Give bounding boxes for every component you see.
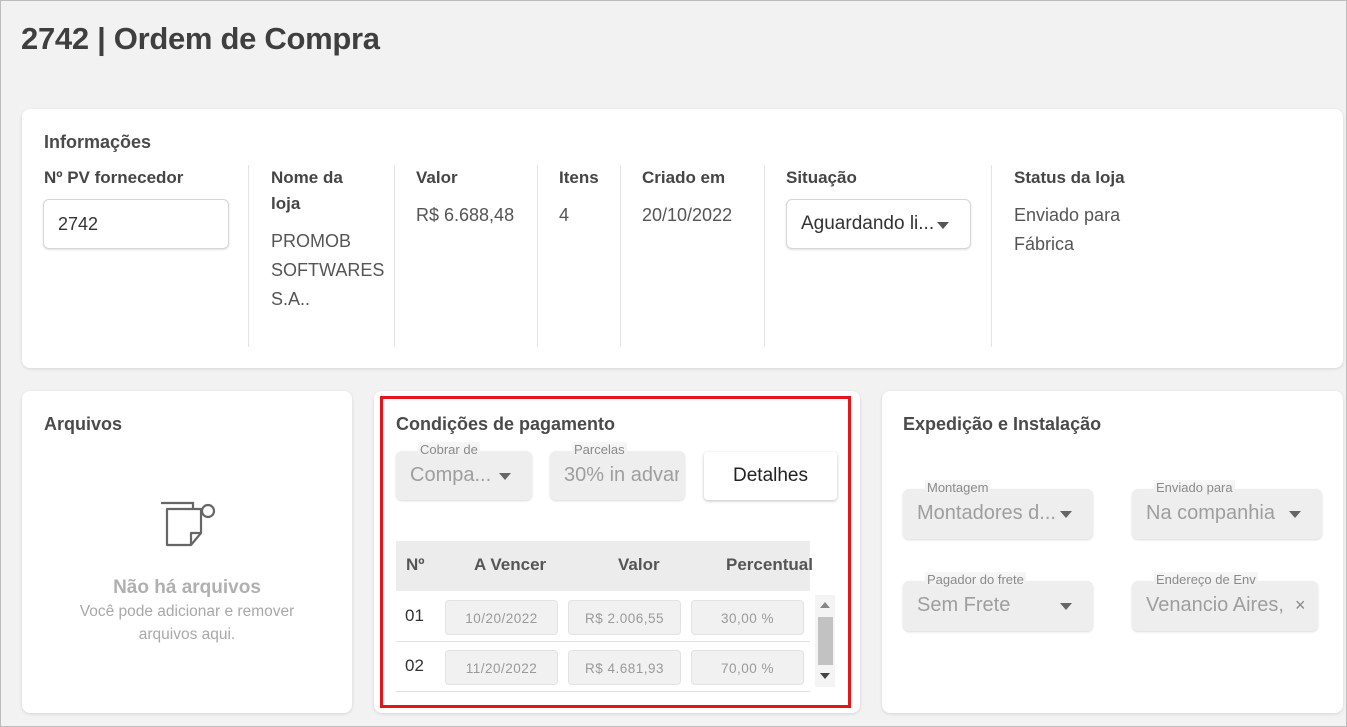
store-label-line: loja bbox=[271, 194, 301, 213]
freight-payer-value: Sem Frete bbox=[917, 594, 1011, 616]
chevron-down-icon bbox=[937, 222, 949, 229]
empty-files-subtitle: Você pode adicionar e remover arquivos a… bbox=[79, 603, 295, 643]
divider bbox=[991, 165, 992, 347]
divider bbox=[394, 165, 395, 347]
items-column: Itens 4 bbox=[559, 165, 629, 347]
created-label: Criado em bbox=[642, 168, 726, 187]
store-value: PROMOB SOFTWARES S.A.. bbox=[271, 227, 396, 314]
situation-select[interactable]: Aguardando li... bbox=[786, 199, 971, 249]
files-card: Arquivos Não há arquivos Você pode adici… bbox=[22, 391, 352, 713]
assembly-label: Montagem bbox=[925, 480, 991, 495]
row-number: 02 bbox=[405, 656, 424, 675]
freight-payer-select[interactable]: Pagador do frete Sem Frete bbox=[903, 572, 1093, 631]
value-field[interactable]: R$ 4.681,93 bbox=[568, 650, 681, 685]
percent-field[interactable]: 30,00 % bbox=[691, 600, 804, 635]
table-row: 02 11/20/2022 R$ 4.681,93 70,00 % bbox=[396, 642, 810, 692]
sent-to-value: Na companhia bbox=[1146, 502, 1275, 524]
sent-to-select[interactable]: Enviado para Na companhia bbox=[1132, 480, 1322, 539]
store-status-line: Enviado para bbox=[1014, 205, 1121, 225]
installments-value: 30% in advar bbox=[564, 464, 679, 486]
installments-label: Parcelas bbox=[572, 442, 627, 457]
payment-title: Condições de pagamento bbox=[396, 414, 616, 434]
created-value: 20/10/2022 bbox=[642, 205, 733, 225]
chevron-down-icon bbox=[1289, 511, 1301, 518]
col-due: A Vencer bbox=[474, 555, 547, 574]
info-title: Informações bbox=[44, 132, 152, 152]
table-scrollbar[interactable] bbox=[815, 595, 835, 687]
installments-table-header: Nº A Vencer Valor Percentual bbox=[396, 541, 813, 591]
scroll-down-icon[interactable] bbox=[820, 673, 830, 679]
situation-label: Situação bbox=[786, 168, 857, 187]
info-card: Informações Nº PV fornecedor 2742 Nome d… bbox=[22, 109, 1343, 368]
assembly-select[interactable]: Montagem Montadores d... bbox=[903, 480, 1093, 539]
charge-label: Cobrar de bbox=[418, 442, 480, 457]
divider bbox=[764, 165, 765, 347]
value-value: R$ 6.688,48 bbox=[416, 205, 515, 225]
pv-input[interactable]: 2742 bbox=[43, 199, 229, 249]
charge-select[interactable]: Cobrar de Compa... bbox=[396, 442, 532, 500]
files-title: Arquivos bbox=[44, 414, 123, 434]
table-row: 01 10/20/2022 R$ 2.006,55 30,00 % bbox=[396, 592, 810, 642]
store-label: Nome da loja bbox=[271, 165, 396, 217]
store-status-label: Status da loja bbox=[1014, 168, 1125, 187]
scroll-thumb[interactable] bbox=[818, 617, 833, 665]
freight-payer-label: Pagador do frete bbox=[925, 572, 1026, 587]
store-status-value: Enviado para Fábrica bbox=[1014, 201, 1214, 259]
store-value-line: S.A.. bbox=[271, 289, 311, 309]
value-label: Valor bbox=[416, 168, 458, 187]
address-field[interactable]: Endereço de Env Venancio Aires, × bbox=[1132, 572, 1318, 631]
address-label: Endereço de Env bbox=[1154, 572, 1258, 587]
due-date-field[interactable]: 11/20/2022 bbox=[445, 650, 558, 685]
files-icon bbox=[161, 501, 216, 547]
percent-field[interactable]: 70,00 % bbox=[691, 650, 804, 685]
situation-value: Aguardando li... bbox=[801, 213, 935, 234]
page-title: 2742 | Ordem de Compra bbox=[21, 21, 380, 56]
store-status-line: Fábrica bbox=[1014, 234, 1075, 254]
chevron-down-icon bbox=[1060, 511, 1072, 518]
address-value: Venancio Aires, bbox=[1146, 594, 1284, 616]
store-value-line: SOFTWARES bbox=[271, 260, 385, 280]
value-field[interactable]: R$ 2.006,55 bbox=[568, 600, 681, 635]
items-value: 4 bbox=[559, 205, 570, 225]
created-column: Criado em 20/10/2022 bbox=[642, 165, 767, 347]
chevron-down-icon bbox=[1060, 603, 1072, 610]
sent-to-label: Enviado para bbox=[1154, 480, 1235, 495]
store-column: Nome da loja PROMOB SOFTWARES S.A.. bbox=[271, 165, 396, 347]
col-number: Nº bbox=[406, 555, 425, 574]
scroll-up-icon[interactable] bbox=[820, 602, 830, 608]
payment-card: Condições de pagamento Cobrar de Compa..… bbox=[374, 391, 860, 713]
assembly-value: Montadores d... bbox=[917, 502, 1055, 524]
store-label-line: Nome da bbox=[271, 168, 343, 187]
col-value: Valor bbox=[618, 555, 660, 574]
details-button[interactable]: Detalhes bbox=[704, 452, 837, 500]
items-label: Itens bbox=[559, 168, 599, 187]
divider bbox=[537, 165, 538, 347]
divider bbox=[620, 165, 621, 347]
due-date-field[interactable]: 10/20/2022 bbox=[445, 600, 558, 635]
installments-select[interactable]: Parcelas 30% in advar bbox=[550, 442, 685, 500]
value-column: Valor R$ 6.688,48 bbox=[416, 165, 541, 347]
situation-column: Situação bbox=[786, 165, 986, 347]
store-status-column: Status da loja Enviado para Fábrica bbox=[1014, 165, 1214, 347]
shipping-title: Expedição e Instalação bbox=[903, 414, 1102, 434]
pv-column: Nº PV fornecedor bbox=[44, 165, 244, 347]
empty-files-title: Não há arquivos bbox=[113, 577, 261, 598]
row-number: 01 bbox=[405, 606, 424, 625]
col-percent: Percentual bbox=[726, 555, 813, 574]
charge-value: Compa... bbox=[410, 464, 492, 486]
chevron-down-icon bbox=[499, 473, 511, 480]
store-value-line: PROMOB bbox=[271, 231, 352, 251]
clear-icon[interactable]: × bbox=[1295, 595, 1306, 616]
divider bbox=[248, 165, 249, 347]
shipping-card: Expedição e Instalação Montagem Montador… bbox=[882, 391, 1343, 713]
pv-label: Nº PV fornecedor bbox=[44, 168, 184, 187]
